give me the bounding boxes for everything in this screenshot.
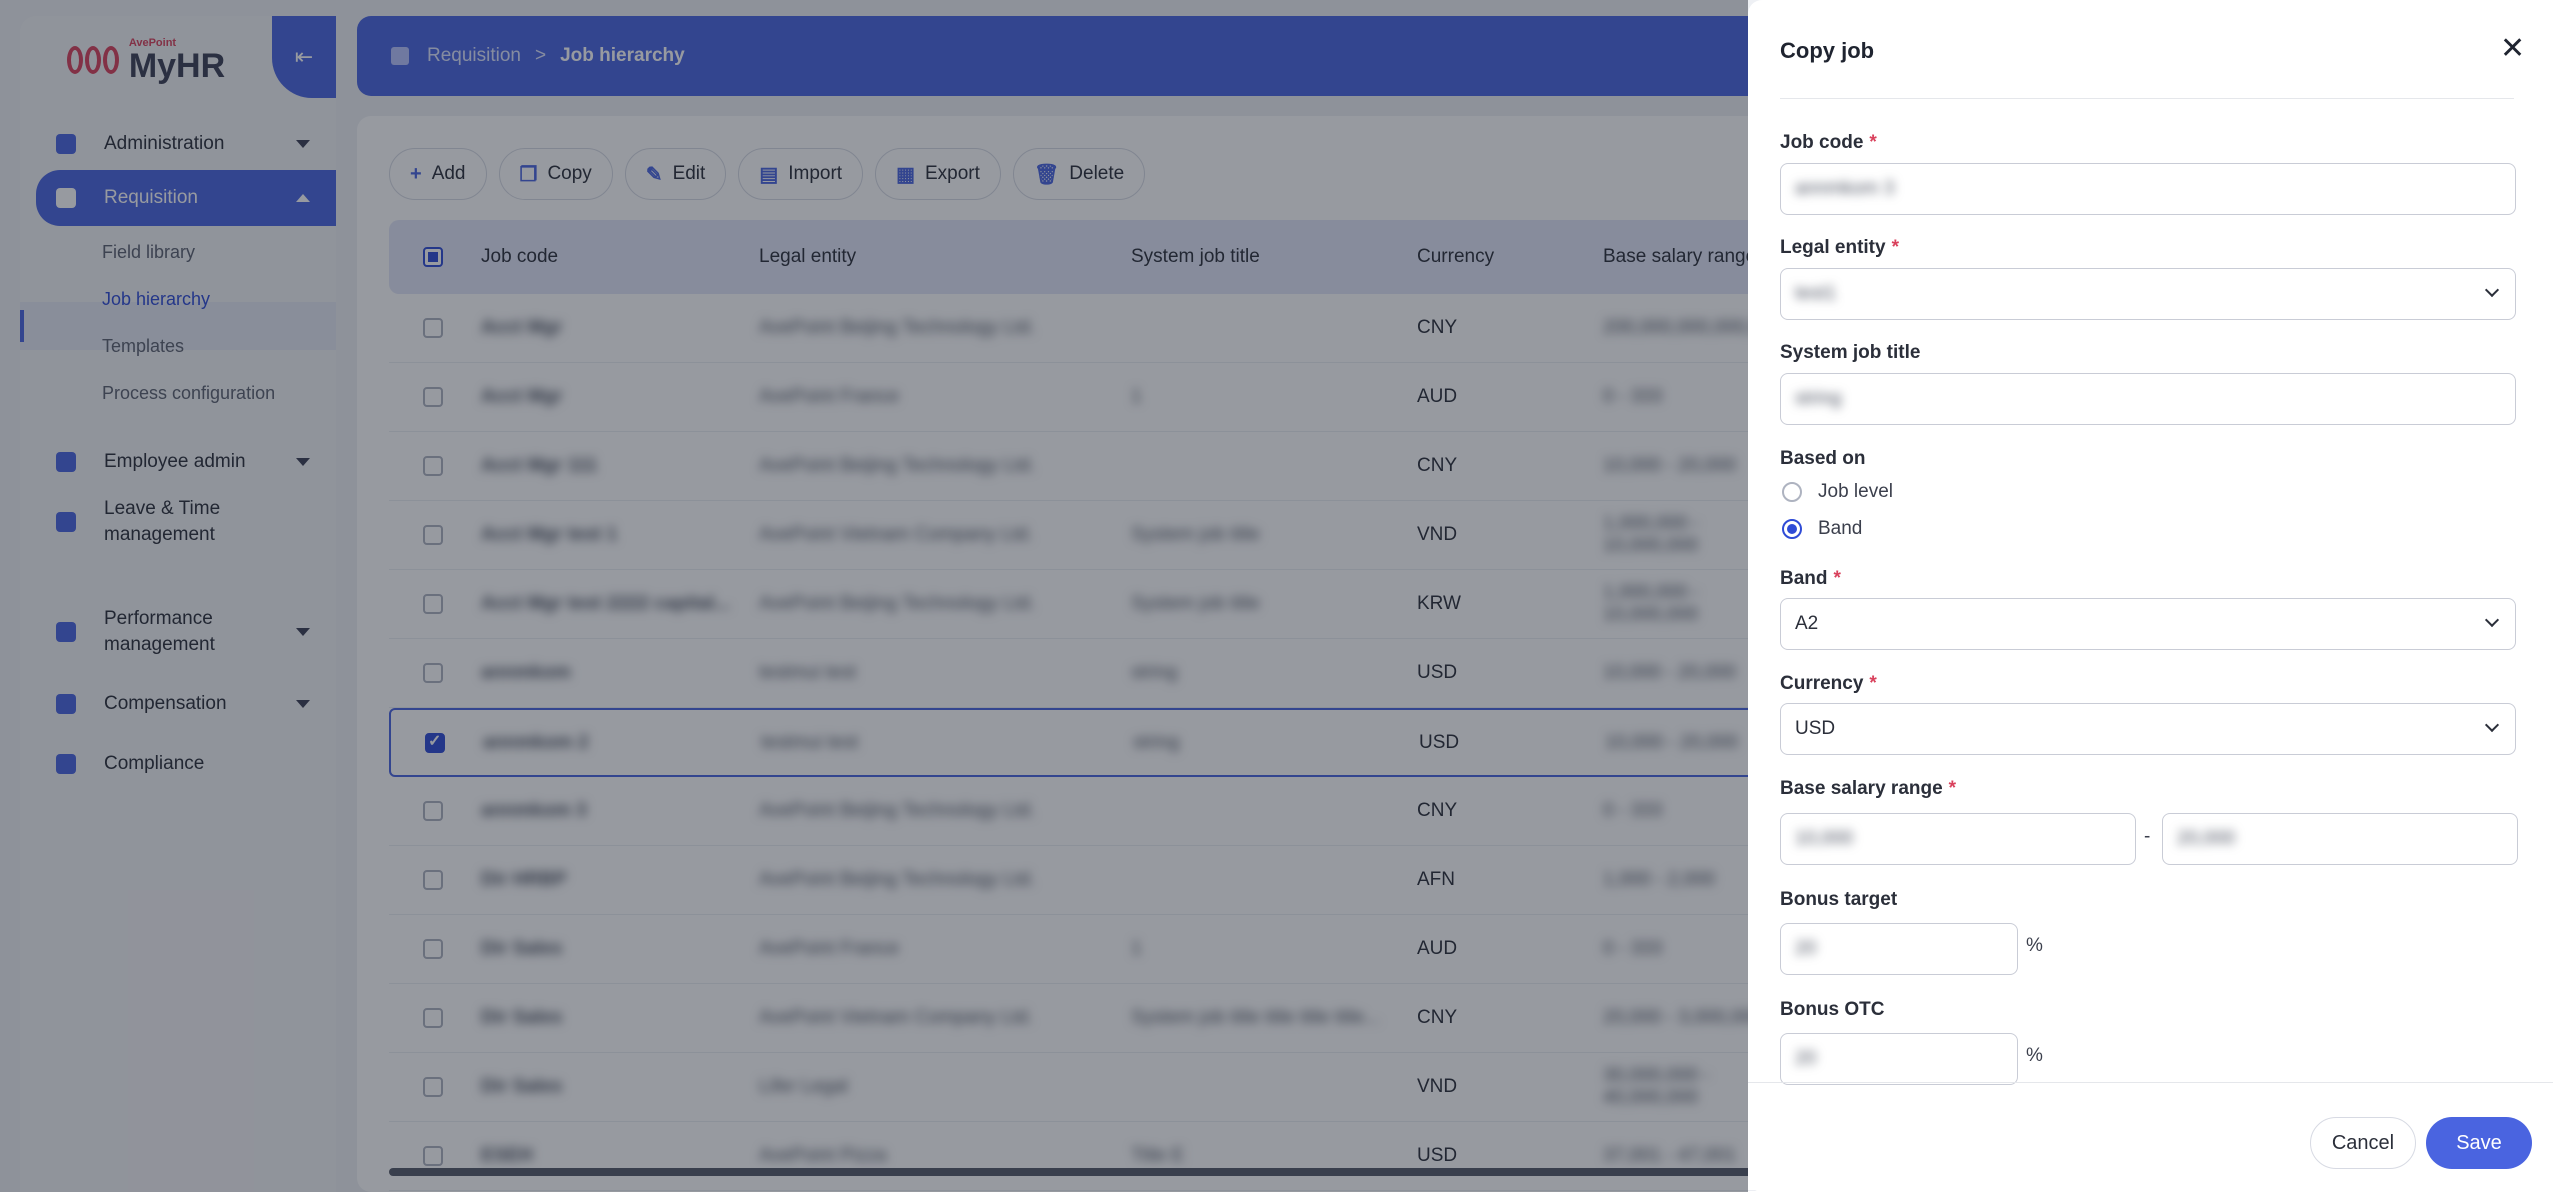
required-mark: *: [1869, 132, 1877, 153]
radio-label: Band: [1818, 518, 1863, 539]
bonus-target-label: Bonus target: [1780, 889, 1898, 910]
job-code-value: annmkom 3: [1795, 178, 1895, 199]
save-button[interactable]: Save: [2426, 1117, 2532, 1169]
salary-max-value: 20,000: [2177, 828, 2236, 849]
salary-max-field[interactable]: 20,000: [2162, 813, 2518, 865]
bonus-target-field[interactable]: 20: [1780, 923, 2018, 975]
band-label: Band *: [1780, 568, 1841, 590]
required-mark: *: [1869, 673, 1877, 694]
based-on-label: Based on: [1780, 448, 1866, 469]
label-text: Band: [1780, 568, 1828, 589]
label-text: Currency: [1780, 673, 1864, 694]
system-job-title-value: string: [1795, 388, 1842, 409]
radio-button[interactable]: [1782, 519, 1802, 539]
chevron-down-icon: [2484, 717, 2500, 733]
salary-min-field[interactable]: 10,000: [1780, 813, 2136, 865]
modal-overlay[interactable]: [0, 0, 1748, 1192]
copy-job-drawer: Copy job ✕ Job code * annmkom 3 Legal ent…: [1748, 0, 2553, 1192]
label-text: Base salary range: [1780, 778, 1943, 799]
bonus-otc-label: Bonus OTC: [1780, 999, 1885, 1020]
salary-min-value: 10,000: [1795, 828, 1854, 849]
chevron-down-icon: [2484, 282, 2500, 298]
bonus-target-value: 20: [1795, 938, 1817, 959]
job-code-field[interactable]: annmkom 3: [1780, 163, 2516, 215]
divider: [1780, 98, 2514, 99]
required-mark: *: [1948, 778, 1957, 799]
band-value: A2: [1795, 613, 1819, 634]
legal-entity-select[interactable]: test1: [1780, 268, 2516, 320]
radio-job-level[interactable]: Job level: [1782, 481, 1893, 503]
legal-entity-label: Legal entity *: [1780, 237, 1899, 259]
radio-label: Job level: [1818, 481, 1893, 502]
percent-suffix: %: [2026, 1045, 2043, 1066]
range-separator: -: [2144, 826, 2151, 847]
base-salary-range-label: Base salary range *: [1780, 778, 1956, 800]
required-mark: *: [1833, 568, 1841, 589]
label-text: Job code: [1780, 132, 1864, 153]
required-mark: *: [1891, 237, 1899, 258]
close-icon[interactable]: ✕: [2500, 34, 2525, 64]
drawer-title: Copy job: [1780, 38, 1875, 63]
currency-label: Currency *: [1780, 673, 1877, 695]
radio-band[interactable]: Band: [1782, 518, 1862, 540]
label-text: Legal entity: [1780, 237, 1886, 258]
system-job-title-field[interactable]: string: [1780, 373, 2516, 425]
bonus-otc-field[interactable]: 20: [1780, 1033, 2018, 1085]
bonus-otc-value: 20: [1795, 1048, 1817, 1069]
drawer-footer: Cancel Save: [1748, 1082, 2553, 1192]
legal-entity-value: test1: [1795, 283, 1837, 304]
band-select[interactable]: A2: [1780, 598, 2516, 650]
currency-value: USD: [1795, 718, 1836, 739]
cancel-button[interactable]: Cancel: [2310, 1117, 2416, 1169]
chevron-down-icon: [2484, 612, 2500, 628]
radio-button[interactable]: [1782, 482, 1802, 502]
percent-suffix: %: [2026, 935, 2043, 956]
system-job-title-label: System job title: [1780, 342, 1921, 363]
job-code-label: Job code *: [1780, 132, 1877, 154]
currency-select[interactable]: USD: [1780, 703, 2516, 755]
